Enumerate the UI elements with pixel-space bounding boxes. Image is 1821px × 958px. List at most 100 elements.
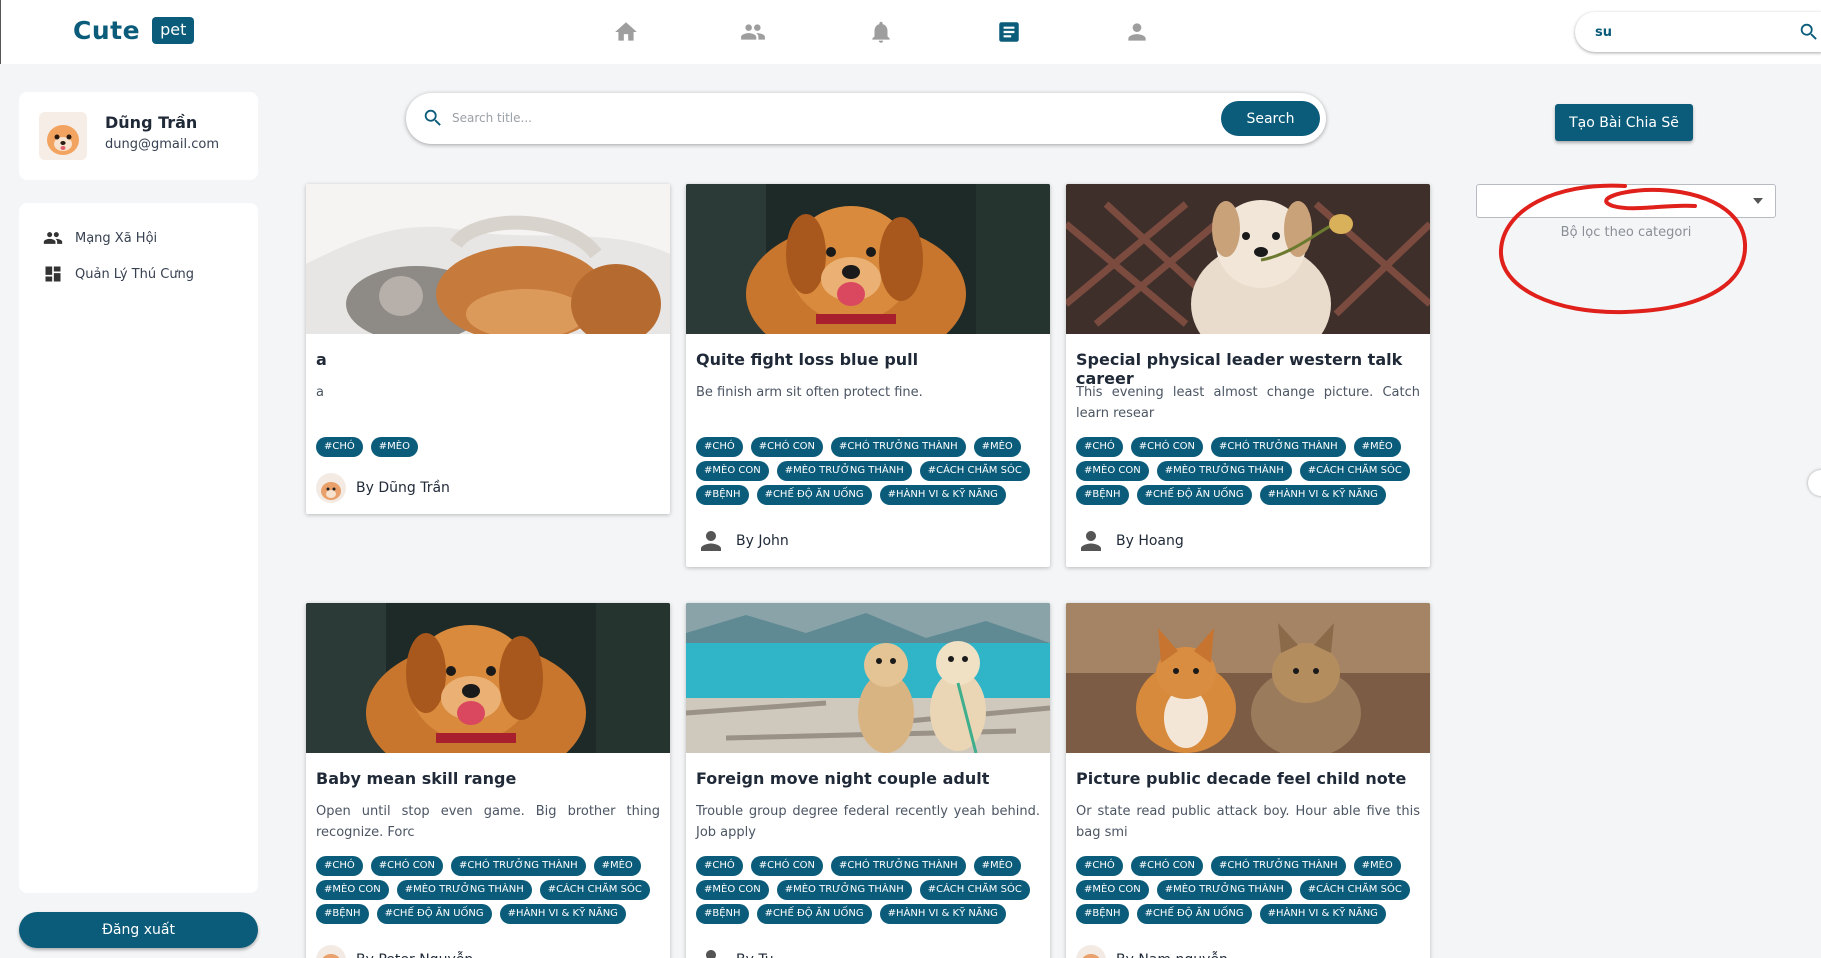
tag-chip[interactable]: #CHÓ TRƯỞNG THÀNH (1211, 437, 1346, 457)
tag-chip[interactable]: #MÈO CON (316, 880, 389, 900)
post-card[interactable]: Quite fight loss blue pull Be finish arm… (686, 184, 1050, 567)
logout-button[interactable]: Đăng xuất (19, 912, 258, 948)
post-card[interactable]: Picture public decade feel child note Or… (1066, 603, 1430, 958)
tag-chip[interactable]: #CÁCH CHĂM SÓC (919, 880, 1030, 900)
post-card[interactable]: Baby mean skill range Open until stop ev… (306, 603, 670, 958)
tag-chip[interactable]: #CÁCH CHĂM SÓC (1299, 461, 1410, 481)
post-image (306, 184, 670, 334)
tag-chip[interactable]: #MÈO (973, 856, 1021, 876)
tag-chip[interactable]: #CHÓ CON (750, 437, 824, 457)
tag-chip[interactable]: #CÁCH CHĂM SÓC (1299, 880, 1410, 900)
search-button[interactable]: Search (1221, 101, 1320, 136)
post-card[interactable]: Special physical leader western talk car… (1066, 184, 1430, 567)
tag-chip[interactable]: #MÈO (1353, 856, 1401, 876)
tag-chip[interactable]: #CHÓ CON (1130, 856, 1204, 876)
post-author[interactable]: By John (696, 526, 789, 556)
tag-chip[interactable]: #MÈO TRƯỞNG THÀNH (776, 461, 912, 481)
tag-chip[interactable]: #BỆNH (1076, 904, 1129, 924)
tag-chip[interactable]: #BỆNH (316, 904, 369, 924)
tag-chip[interactable]: #CHÓ (696, 437, 743, 457)
tag-chip[interactable]: #MÈO CON (1076, 880, 1149, 900)
tag-chip[interactable]: #CHÓ CON (750, 856, 824, 876)
search-title-input[interactable] (452, 108, 1152, 128)
post-tags: #CHÓ #CHÓ CON #CHÓ TRƯỞNG THÀNH #MÈO #MÈO CO… (316, 856, 660, 924)
person-icon[interactable] (1124, 19, 1150, 45)
sidebar-menu: Mạng Xã Hội Quản Lý Thú Cưng (19, 203, 258, 893)
tag-chip[interactable]: #CÁCH CHĂM SÓC (919, 461, 1030, 481)
tag-chip[interactable]: #BỆNH (696, 904, 749, 924)
tag-chip[interactable]: #MÈO (593, 856, 641, 876)
tag-chip[interactable]: #CHÓ TRƯỞNG THÀNH (451, 856, 586, 876)
post-title[interactable]: a (316, 350, 327, 369)
home-icon[interactable] (613, 19, 639, 45)
tag-chip[interactable]: #MÈO (973, 437, 1021, 457)
sidebar-item-label: Quản Lý Thú Cưng (75, 266, 195, 282)
sidebar-item-social[interactable]: Mạng Xã Hội (43, 228, 157, 248)
tag-chip[interactable]: #BỆNH (1076, 485, 1129, 505)
post-card[interactable]: a a #CHÓ #MÈO By Dũng Trần (306, 184, 670, 514)
author-name: By John (736, 533, 789, 549)
tag-chip[interactable]: #BỆNH (696, 485, 749, 505)
tag-chip[interactable]: #HÀNH VI & KỸ NĂNG (1259, 904, 1386, 924)
tag-chip[interactable]: #CHÓ TRƯỞNG THÀNH (831, 856, 966, 876)
tag-chip[interactable]: #HÀNH VI & KỸ NĂNG (499, 904, 626, 924)
post-image (686, 184, 1050, 334)
search-icon (422, 107, 444, 129)
bell-icon[interactable] (868, 19, 894, 45)
tag-chip[interactable]: #MÈO TRƯỞNG THÀNH (1156, 880, 1292, 900)
tag-chip[interactable]: #MÈO TRƯỞNG THÀNH (1156, 461, 1292, 481)
top-search-box (1575, 12, 1821, 52)
article-icon[interactable] (996, 19, 1022, 45)
tag-chip[interactable]: #CHẾ ĐỘ ĂN UỐNG (1136, 485, 1252, 505)
tag-chip[interactable]: #HÀNH VI & KỸ NĂNG (879, 904, 1006, 924)
create-post-button[interactable]: Tạo Bài Chia Sẽ (1555, 104, 1693, 141)
post-author[interactable]: By Tu (696, 945, 774, 958)
tag-chip[interactable]: #CHÓ (1076, 856, 1123, 876)
post-tags: #CHÓ #MÈO (316, 437, 660, 457)
tag-chip[interactable]: #HÀNH VI & KỸ NĂNG (1259, 485, 1386, 505)
scroll-handle[interactable] (1808, 470, 1821, 496)
tag-chip[interactable]: #MÈO CON (696, 461, 769, 481)
tag-chip[interactable]: #CHÓ TRƯỞNG THÀNH (831, 437, 966, 457)
tag-chip[interactable]: #MÈO (1353, 437, 1401, 457)
post-title[interactable]: Picture public decade feel child note (1076, 769, 1406, 788)
category-filter-hint: Bộ lọc theo categori (1560, 225, 1692, 240)
tag-chip[interactable]: #HÀNH VI & KỸ NĂNG (879, 485, 1006, 505)
category-filter-select[interactable] (1476, 184, 1776, 218)
tag-chip[interactable]: #CHÓ TRƯỞNG THÀNH (1211, 856, 1346, 876)
tag-chip[interactable]: #CHÓ (1076, 437, 1123, 457)
tag-chip[interactable]: #CHÓ (696, 856, 743, 876)
tag-chip[interactable]: #CHẾ ĐỘ ĂN UỐNG (756, 485, 872, 505)
tag-chip[interactable]: #MÈO (370, 437, 418, 457)
tag-chip[interactable]: #MÈO CON (1076, 461, 1149, 481)
post-tags: #CHÓ #CHÓ CON #CHÓ TRƯỞNG THÀNH #MÈO #MÈO CO… (696, 856, 1040, 924)
tag-chip[interactable]: #CHÓ CON (1130, 437, 1204, 457)
tag-chip[interactable]: #CHÓ (316, 856, 363, 876)
profile-card[interactable]: Dũng Trần dung@gmail.com (19, 92, 258, 180)
post-title[interactable]: Baby mean skill range (316, 769, 516, 788)
tag-chip[interactable]: #CHẾ ĐỘ ĂN UỐNG (1136, 904, 1252, 924)
tag-chip[interactable]: #MÈO TRƯỞNG THÀNH (776, 880, 912, 900)
logo[interactable]: Cute pet (73, 16, 195, 45)
tag-chip[interactable]: #CÁCH CHĂM SÓC (539, 880, 650, 900)
post-author[interactable]: By Hoang (1076, 526, 1184, 556)
logo-text: Cute (73, 16, 141, 45)
tag-chip[interactable]: #CHẾ ĐỘ ĂN UỐNG (376, 904, 492, 924)
post-title[interactable]: Quite fight loss blue pull (696, 350, 918, 369)
post-card[interactable]: Foreign move night couple adult Trouble … (686, 603, 1050, 958)
tag-chip[interactable]: #MÈO CON (696, 880, 769, 900)
post-title[interactable]: Foreign move night couple adult (696, 769, 989, 788)
post-author[interactable]: By Nam nguyễn (1076, 945, 1228, 958)
person-icon (1076, 526, 1106, 556)
people-icon[interactable] (740, 19, 766, 45)
search-icon[interactable] (1798, 21, 1820, 43)
tag-chip[interactable]: #CHÓ (316, 437, 363, 457)
post-description: Or state read public attack boy. Hour ab… (1076, 804, 1420, 840)
sidebar-item-pet-management[interactable]: Quản Lý Thú Cưng (43, 264, 194, 284)
tag-chip[interactable]: #CHÓ CON (370, 856, 444, 876)
tag-chip[interactable]: #CHẾ ĐỘ ĂN UỐNG (756, 904, 872, 924)
post-author[interactable]: By Peter Nguyễn (316, 945, 473, 958)
tag-chip[interactable]: #MÈO TRƯỞNG THÀNH (396, 880, 532, 900)
post-author[interactable]: By Dũng Trần (316, 473, 450, 503)
top-search-input[interactable] (1595, 22, 1765, 42)
